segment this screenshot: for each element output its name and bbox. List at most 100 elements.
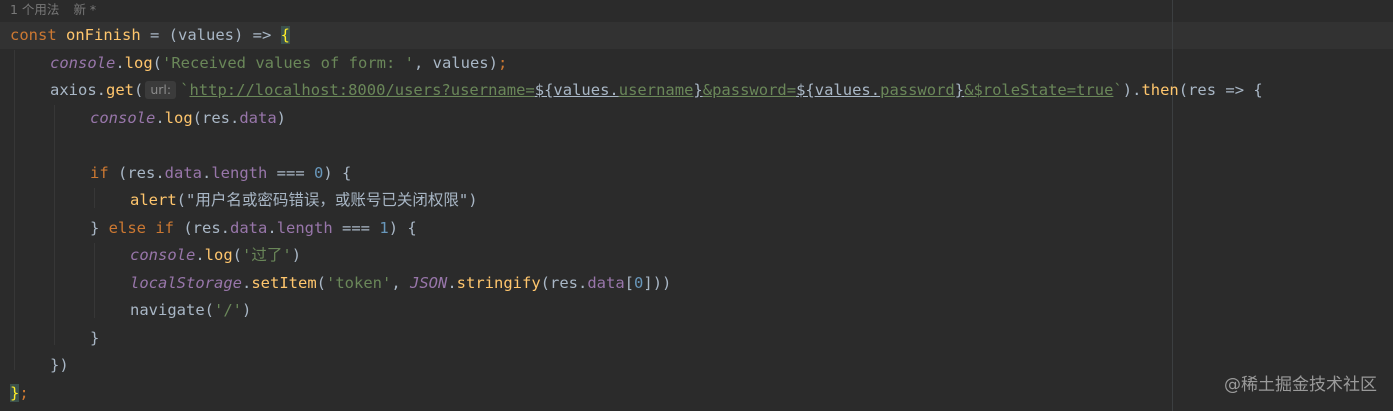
template-interpolation: ${ bbox=[796, 81, 815, 99]
indent-guide bbox=[14, 50, 15, 370]
code-text: }) bbox=[50, 356, 69, 374]
string-token: "用户名或密码错误，或账号已关闭权限" bbox=[186, 191, 469, 209]
method-token: setItem bbox=[251, 274, 317, 292]
function-token: navigate bbox=[130, 301, 205, 319]
method-token: get bbox=[106, 81, 135, 99]
code-text: , bbox=[391, 274, 410, 292]
code-text: . bbox=[241, 274, 252, 292]
code-text: [ bbox=[624, 274, 635, 292]
code-line[interactable]: } else if (res.data.length === 1) { bbox=[90, 215, 417, 242]
code-line[interactable]: if (res.data.length === 0) { bbox=[90, 160, 351, 187]
method-token: log bbox=[204, 246, 233, 264]
property-token: data bbox=[239, 109, 277, 127]
global-object-token: console bbox=[90, 109, 156, 127]
keyword-token: if bbox=[155, 219, 175, 237]
code-text: axios bbox=[50, 81, 97, 99]
code-text: ) { bbox=[388, 219, 417, 237]
property-token: length bbox=[276, 219, 333, 237]
number-token: 1 bbox=[379, 219, 389, 237]
code-text: . bbox=[447, 274, 457, 292]
code-text: ( bbox=[134, 81, 144, 99]
code-text: === bbox=[332, 219, 380, 237]
property-token: data bbox=[164, 164, 202, 182]
code-text: ) bbox=[468, 191, 478, 209]
property-token: username bbox=[618, 81, 694, 99]
code-text: (res. bbox=[192, 109, 240, 127]
code-line[interactable]: }; bbox=[10, 380, 29, 407]
code-text: . bbox=[96, 81, 107, 99]
code-text: ( bbox=[316, 274, 326, 292]
code-text: === bbox=[267, 164, 315, 182]
code-text: . bbox=[155, 109, 165, 127]
code-line[interactable]: console.log('Received values of form: ',… bbox=[50, 50, 507, 77]
code-line[interactable]: alert("用户名或密码错误，或账号已关闭权限") bbox=[130, 187, 478, 214]
code-line[interactable]: } bbox=[90, 325, 99, 352]
code-vision-hint[interactable]: 1 个用法新 * bbox=[10, 0, 96, 20]
code-line[interactable]: navigate('/') bbox=[130, 297, 251, 324]
semicolon-token: ; bbox=[19, 384, 29, 402]
code-line[interactable]: console.log('过了') bbox=[130, 242, 301, 269]
property-token: password bbox=[880, 81, 955, 99]
code-line[interactable]: }) bbox=[50, 352, 69, 379]
url-link[interactable]: &password= bbox=[703, 81, 796, 99]
code-text: ). bbox=[1122, 81, 1142, 99]
url-link[interactable]: http://localhost:8000/users bbox=[189, 81, 441, 99]
code-text: ])) bbox=[643, 274, 672, 292]
code-text: ( bbox=[232, 246, 243, 264]
url-link[interactable]: &$roleState=true bbox=[964, 81, 1113, 99]
usages-hint[interactable]: 1 个用法 bbox=[10, 2, 59, 17]
indent-guide bbox=[54, 105, 55, 345]
code-text: } bbox=[90, 219, 109, 237]
number-token: 0 bbox=[314, 164, 324, 182]
string-token: 'Received values of form: ' bbox=[162, 54, 414, 72]
template-interpolation: ${ bbox=[534, 81, 554, 99]
code-text: , values) bbox=[413, 54, 498, 72]
method-token: stringify bbox=[456, 274, 541, 292]
function-token: alert bbox=[130, 191, 177, 209]
code-text: (res => { bbox=[1178, 81, 1263, 99]
parameter-name-hint: url: bbox=[145, 81, 177, 99]
function-name-token: onFinish bbox=[66, 26, 141, 44]
code-text: ( bbox=[204, 301, 214, 319]
code-line[interactable]: localStorage.setItem('token', JSON.strin… bbox=[130, 270, 671, 297]
string-token: ` bbox=[1113, 81, 1123, 99]
property-token: length bbox=[211, 164, 268, 182]
template-interpolation: } bbox=[693, 81, 703, 99]
string-token: '/' bbox=[214, 301, 242, 319]
property-token: data bbox=[230, 219, 268, 237]
code-line[interactable]: const onFinish = (values) => { bbox=[10, 22, 291, 49]
code-text: ) bbox=[291, 246, 302, 264]
template-interpolation: . bbox=[870, 81, 881, 99]
code-line[interactable]: console.log(res.data) bbox=[90, 105, 286, 132]
global-object-token: console bbox=[50, 54, 116, 72]
code-line[interactable]: axios.get(url: `http://localhost:8000/use… bbox=[50, 77, 1263, 104]
code-text: ) { bbox=[323, 164, 352, 182]
code-text: ( bbox=[176, 191, 187, 209]
author-hint[interactable]: 新 * bbox=[73, 2, 96, 17]
number-token: 0 bbox=[634, 274, 644, 292]
code-text: ) bbox=[242, 301, 252, 319]
global-object-token: console bbox=[130, 246, 196, 264]
right-margin-guide bbox=[1172, 0, 1173, 411]
code-editor[interactable]: 1 个用法新 * const onFinish = (values) => { … bbox=[0, 0, 1393, 411]
code-text: ( bbox=[152, 54, 163, 72]
matched-brace: { bbox=[280, 26, 290, 44]
template-interpolation: } bbox=[954, 81, 965, 99]
method-token: log bbox=[164, 109, 193, 127]
indent-guide bbox=[94, 243, 95, 318]
template-interpolation: . bbox=[609, 81, 619, 99]
global-object-token: JSON bbox=[410, 274, 448, 292]
property-token: data bbox=[587, 274, 625, 292]
keyword-token: const bbox=[10, 26, 57, 44]
code-text: (res. bbox=[540, 274, 588, 292]
semicolon-token: ; bbox=[497, 54, 508, 72]
code-text: . bbox=[195, 246, 205, 264]
code-text: . bbox=[267, 219, 277, 237]
method-token: log bbox=[124, 54, 153, 72]
code-text: ) bbox=[276, 109, 287, 127]
code-text: } bbox=[90, 329, 100, 347]
url-link[interactable]: ?username= bbox=[441, 81, 534, 99]
keyword-token: if bbox=[90, 164, 109, 182]
code-text: = (values) => bbox=[140, 26, 281, 44]
